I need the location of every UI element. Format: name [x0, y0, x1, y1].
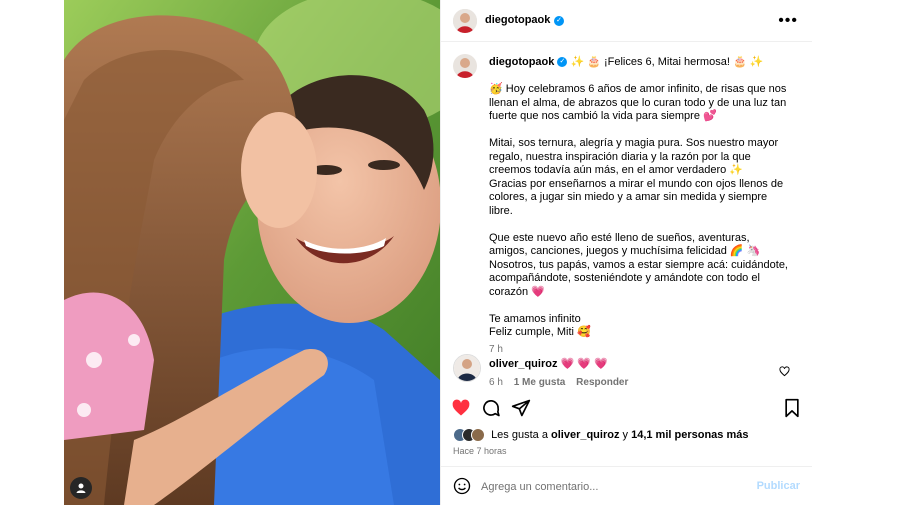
instagram-post: diegotopaok ✓ ••• diegotopaok ✓ ✨ 🎂 ¡Feli… — [64, 0, 812, 505]
heart-icon[interactable] — [451, 398, 471, 423]
likes-user[interactable]: oliver_quiroz — [551, 429, 619, 441]
likes-prefix: Les gusta a — [491, 428, 548, 441]
post-side-panel: diegotopaok ✓ ••• diegotopaok ✓ ✨ 🎂 ¡Feli… — [440, 0, 812, 505]
caption-time[interactable]: 7 h — [489, 343, 789, 357]
reply-button[interactable]: Responder — [576, 377, 628, 388]
likes-count[interactable]: 14,1 mil personas más — [631, 429, 748, 441]
post-time[interactable]: Hace 7 horas — [453, 446, 507, 456]
share-icon[interactable] — [511, 398, 531, 423]
caption-paragraph: Que este nuevo año esté lleno de sueños,… — [489, 231, 761, 258]
post-photo-image — [64, 0, 440, 505]
comment-likes[interactable]: 1 Me gusta — [514, 377, 566, 388]
comment-icon[interactable] — [481, 398, 501, 423]
caption-paragraph: 🥳 Hoy celebramos 6 años de amor infinito… — [489, 83, 787, 122]
comment-text: 💗 💗 💗 — [560, 358, 608, 370]
caption: diegotopaok ✓ ✨ 🎂 ¡Felices 6, Mitai hermo… — [489, 56, 789, 356]
user-tag-icon[interactable] — [70, 477, 92, 499]
emoji-icon[interactable] — [453, 477, 471, 500]
caption-paragraph: Te amamos infinito — [489, 312, 581, 325]
caption-paragraph: Nosotros, tus papás, vamos a estar siemp… — [489, 258, 788, 298]
commenter-avatar[interactable] — [453, 354, 481, 382]
commenter-username[interactable]: oliver_quiroz — [489, 358, 557, 370]
post-photo[interactable] — [64, 0, 440, 505]
bookmark-icon[interactable] — [783, 398, 801, 423]
more-icon[interactable]: ••• — [778, 12, 798, 30]
verified-icon: ✓ — [554, 16, 564, 26]
likes-summary: Les gusta a oliver_quiroz y 14,1 mil per… — [453, 428, 749, 442]
likes-middle: y — [622, 428, 629, 441]
small-heart-icon[interactable] — [779, 364, 790, 382]
post-header: diegotopaok ✓ ••• — [441, 0, 812, 42]
caption-avatar[interactable] — [453, 54, 477, 78]
author-username[interactable]: diegotopaok — [485, 14, 550, 26]
likers-avatars[interactable] — [453, 428, 485, 442]
action-bar — [441, 392, 812, 422]
caption-title: ✨ 🎂 ¡Felices 6, Mitai hermosa! 🎂 ✨ — [570, 56, 764, 68]
author-avatar[interactable] — [453, 9, 477, 33]
caption-username[interactable]: diegotopaok — [489, 56, 554, 68]
add-comment-bar: Publicar — [441, 466, 812, 505]
caption-paragraph: Gracias por enseñarnos a mirar el mundo … — [489, 177, 784, 217]
caption-paragraph: Feliz cumple, Miti 🥰 — [489, 326, 591, 338]
comment-input[interactable] — [479, 476, 743, 498]
verified-icon: ✓ — [557, 57, 568, 68]
caption-paragraph: Mitai, sos ternura, alegría y magia pura… — [489, 137, 779, 176]
publish-button[interactable]: Publicar — [757, 480, 800, 492]
comment-time: 6 h — [489, 377, 503, 388]
